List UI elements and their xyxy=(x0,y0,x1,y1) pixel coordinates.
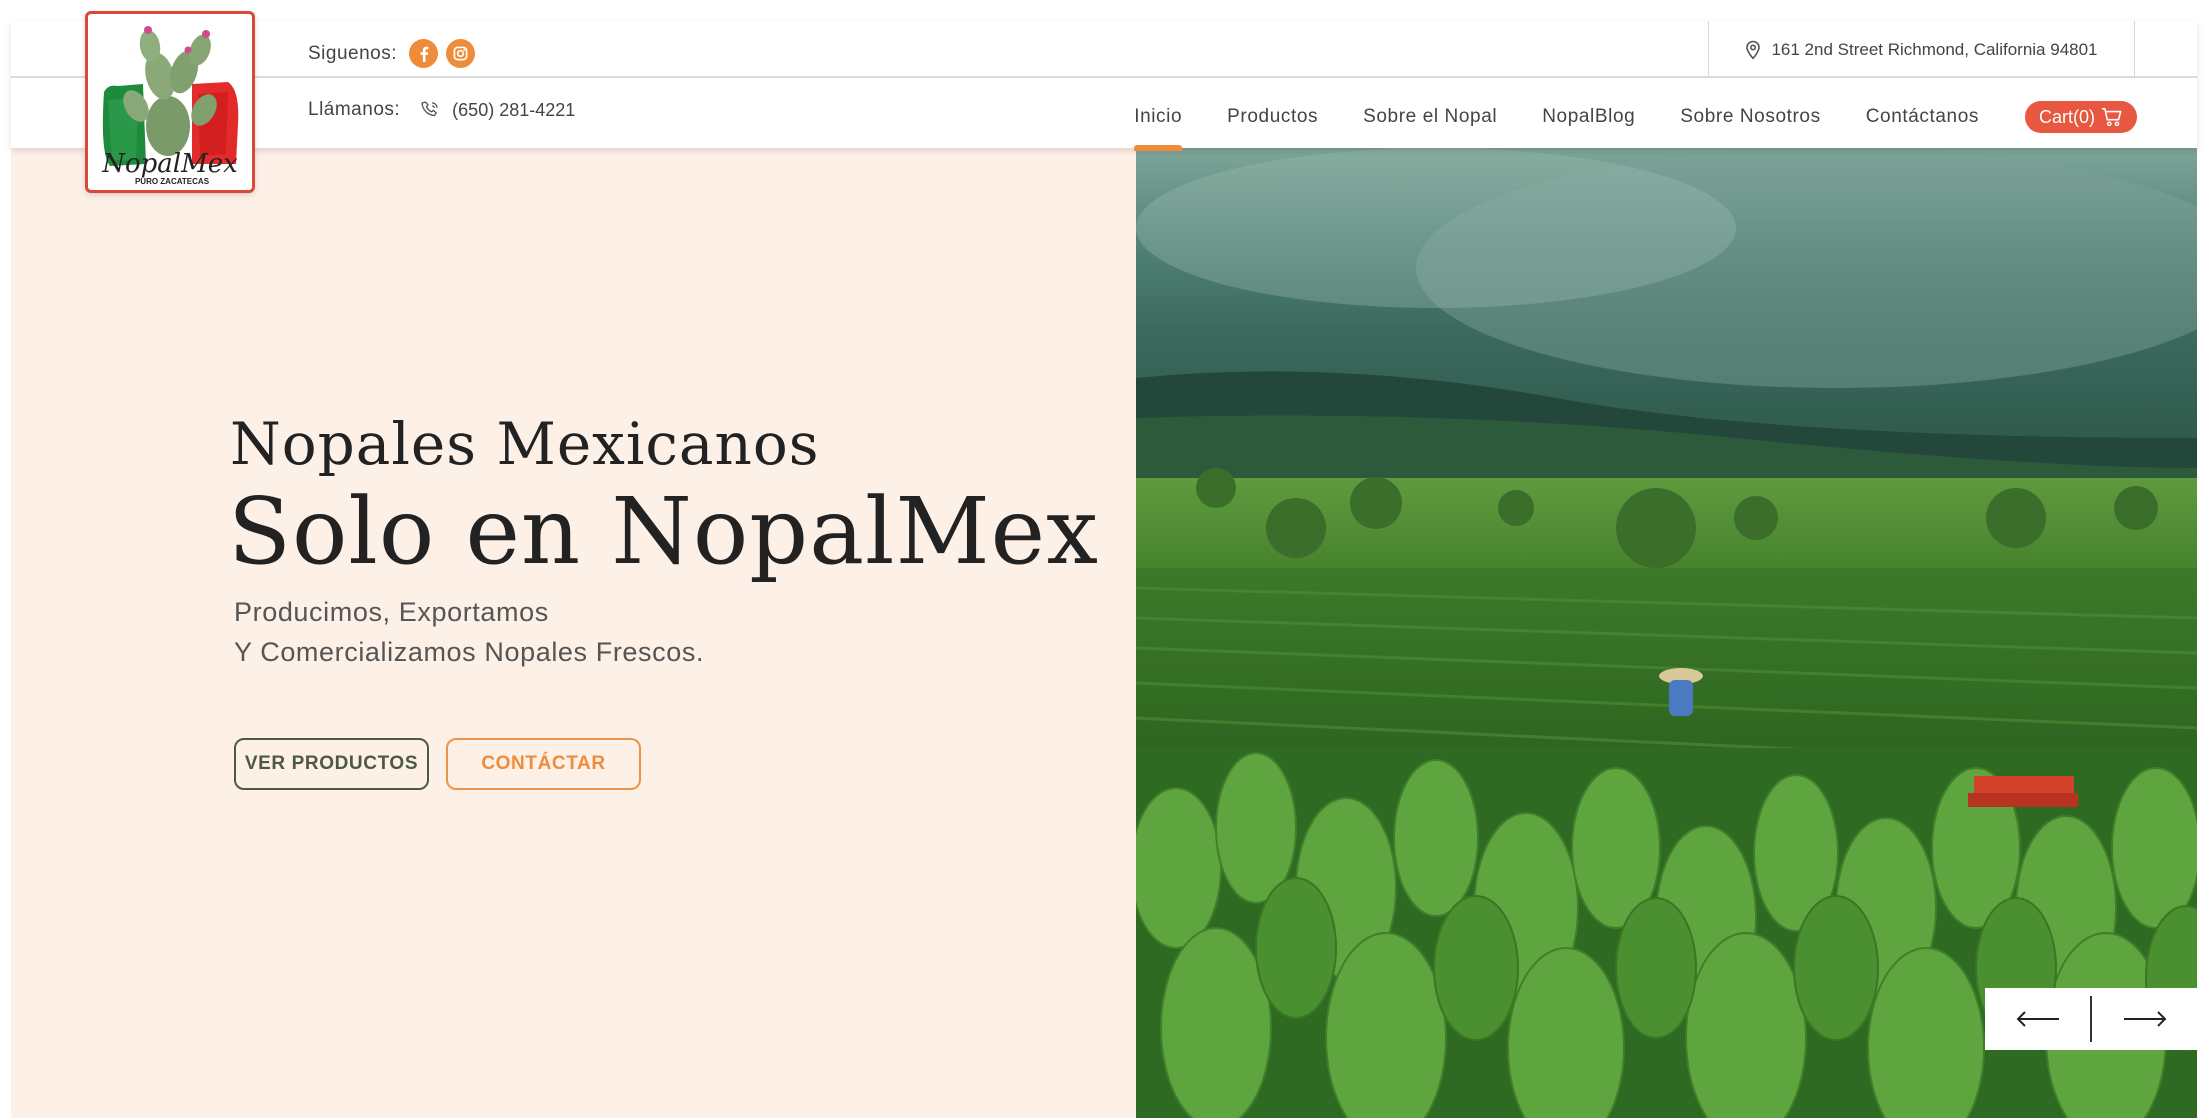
nav-item-productos[interactable]: Productos xyxy=(1227,106,1318,128)
nav-item-sobre-nosotros[interactable]: Sobre Nosotros xyxy=(1680,106,1820,128)
site-header: Siguenos: 161 2nd Street Richmond, Calif… xyxy=(11,21,2197,151)
address: 161 2nd Street Richmond, California 9480… xyxy=(1708,21,2135,78)
arrow-right-icon xyxy=(2123,1011,2166,1027)
call-label: Llámanos: xyxy=(308,99,401,120)
hero-title: Solo en NopalMex xyxy=(228,478,1099,585)
hero-image xyxy=(1136,148,2197,1118)
hero-description: Producimos, Exportamos Y Comercializamos… xyxy=(234,592,704,672)
main-nav: Inicio Productos Sobre el Nopal NopalBlo… xyxy=(1134,101,2137,151)
page: Siguenos: 161 2nd Street Richmond, Calif… xyxy=(0,0,2209,1118)
location-pin-icon xyxy=(1746,40,1761,60)
view-products-button[interactable]: VER PRODUCTOS xyxy=(234,738,429,790)
facebook-icon[interactable] xyxy=(409,39,439,68)
phone-icon xyxy=(421,101,438,117)
hero-line-1: Producimos, Exportamos xyxy=(234,597,549,627)
hero-line-2: Y Comercializamos Nopales Frescos. xyxy=(234,637,705,667)
nav-item-inicio[interactable]: Inicio xyxy=(1134,106,1183,151)
social-links: Siguenos: xyxy=(308,39,483,68)
address-text: 161 2nd Street Richmond, California 9480… xyxy=(1771,39,2098,59)
site-logo[interactable]: NopalMex PURO ZACATECAS xyxy=(85,11,255,193)
cart-label: Cart(0) xyxy=(2038,106,2095,127)
nav-item-contactanos[interactable]: Contáctanos xyxy=(1866,106,1979,128)
instagram-icon[interactable] xyxy=(446,39,476,68)
nav-item-nopalblog[interactable]: NopalBlog xyxy=(1542,106,1635,128)
svg-text:NopalMex: NopalMex xyxy=(101,149,238,179)
hero-subtitle: Nopales Mexicanos xyxy=(230,410,820,478)
contact-button[interactable]: CONTÁCTAR xyxy=(446,738,641,790)
cart-button[interactable]: Cart(0) xyxy=(2024,101,2137,133)
slider-controls xyxy=(1985,988,2197,1050)
nav-item-sobre-el-nopal[interactable]: Sobre el Nopal xyxy=(1363,106,1497,128)
svg-text:PURO ZACATECAS: PURO ZACATECAS xyxy=(135,177,210,186)
cart-icon xyxy=(2102,108,2122,127)
contact-phone: Llámanos: (650) 281-4221 xyxy=(308,99,575,121)
previous-slide-button[interactable] xyxy=(1985,988,2090,1050)
top-bar: Siguenos: 161 2nd Street Richmond, Calif… xyxy=(11,21,2197,78)
arrow-left-icon xyxy=(2016,1011,2059,1027)
next-slide-button[interactable] xyxy=(2092,988,2197,1050)
follow-label: Siguenos: xyxy=(308,42,398,64)
phone-number[interactable]: (650) 281-4221 xyxy=(452,100,575,121)
